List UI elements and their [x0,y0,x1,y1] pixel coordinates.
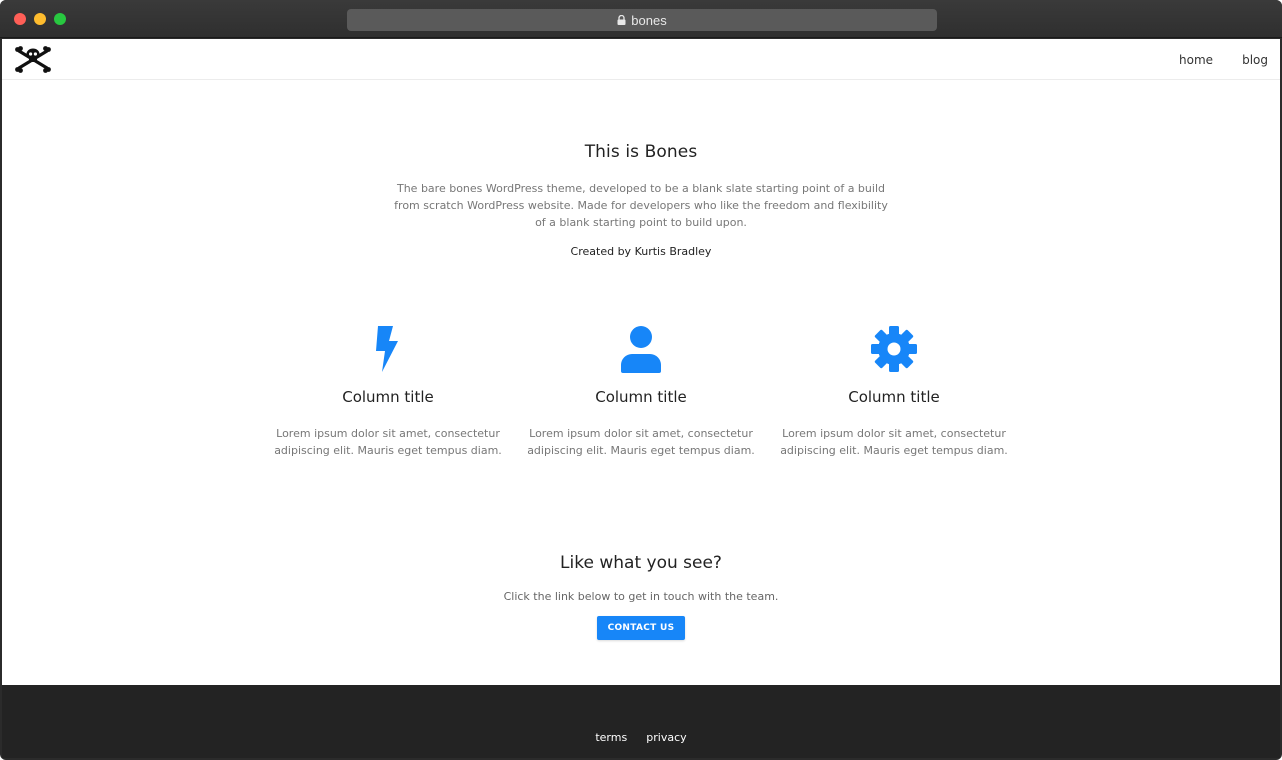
cta-text: Click the link below to get in touch wit… [503,590,779,603]
lock-icon [617,15,626,25]
user-icon [621,326,661,373]
footer-link-privacy[interactable]: privacy [646,731,686,744]
footer-link-terms[interactable]: terms [595,731,627,744]
browser-window: bones home blog This is Bones The bare b… [0,0,1282,760]
page-viewport: home blog This is Bones The bare bones W… [2,39,1280,758]
contact-us-button[interactable]: CONTACT US [596,616,686,640]
minimize-window-button[interactable] [34,13,46,25]
nav-link-blog[interactable]: blog [1242,53,1268,67]
nav-link-home[interactable]: home [1179,53,1213,67]
feature-column-2: Column title Lorem ipsum dolor sit amet,… [526,324,756,459]
lightning-bolt-icon [376,326,398,372]
maximize-window-button[interactable] [54,13,66,25]
feature-column-1: Column title Lorem ipsum dolor sit amet,… [273,324,503,459]
address-bar[interactable]: bones [347,9,937,31]
hero-credit: Created by Kurtis Bradley [570,245,712,258]
hero-description: The bare bones WordPress theme, develope… [394,182,888,229]
main-nav: home blog [1179,39,1268,80]
column-text: Lorem ipsum dolor sit amet, consectetur … [274,427,502,457]
hero-title: This is Bones [584,142,698,162]
skull-crossbones-icon[interactable] [14,45,52,73]
browser-titlebar: bones [0,0,1282,38]
column-text: Lorem ipsum dolor sit amet, consectetur … [780,427,1008,457]
gear-icon [871,326,917,372]
cta-title: Like what you see? [560,553,722,573]
address-bar-url: bones [631,12,667,28]
close-window-button[interactable] [14,13,26,25]
site-header: home blog [2,39,1280,80]
cta-section: Like what you see? Click the link below … [2,553,1280,640]
feature-column-3: Column title Lorem ipsum dolor sit amet,… [779,324,1009,459]
footer-links: terms privacy [2,726,1280,745]
hero-section: This is Bones The bare bones WordPress t… [2,142,1280,258]
feature-columns: Column title Lorem ipsum dolor sit amet,… [2,324,1280,464]
column-text: Lorem ipsum dolor sit amet, consectetur … [527,427,755,457]
site-footer: terms privacy [2,685,1280,758]
column-title: Column title [342,388,434,406]
column-title: Column title [848,388,940,406]
column-title: Column title [595,388,687,406]
